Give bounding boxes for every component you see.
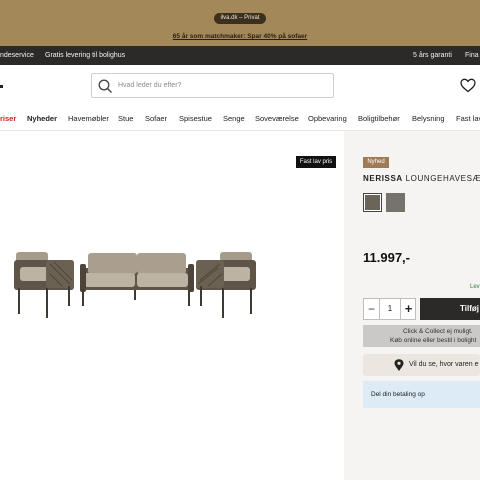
product-name-rest: LOUNGEHAVESÆT bbox=[405, 174, 480, 183]
quantity-decrease-button[interactable]: − bbox=[364, 299, 380, 319]
nav-item-sofaer[interactable]: Sofaer bbox=[145, 107, 167, 131]
nyhed-badge: Nyhed bbox=[363, 157, 389, 168]
promo-banner: ilva.dk – Privat 65 år som matchmaker: S… bbox=[0, 0, 480, 46]
quantity-value[interactable]: 1 bbox=[380, 299, 400, 319]
nav-item-sovevaerelse[interactable]: Soveværelse bbox=[255, 107, 299, 131]
product-title: NERISSA LOUNGEHAVESÆT bbox=[363, 174, 480, 183]
product-image[interactable] bbox=[10, 240, 260, 325]
nav-item-stue[interactable]: Stue bbox=[118, 107, 133, 131]
nav-item-senge[interactable]: Senge bbox=[223, 107, 245, 131]
nav-item-spisestue[interactable]: Spisestue bbox=[179, 107, 212, 131]
nav-item-opbevaring[interactable]: Opbevaring bbox=[308, 107, 347, 131]
promo-link[interactable]: 65 år som matchmaker: Spar 40% på sofaer bbox=[0, 33, 480, 40]
click-collect-line-2: Køb online eller bestil i bolight bbox=[390, 337, 477, 344]
color-swatch-1[interactable] bbox=[363, 193, 382, 212]
click-collect-notice: Click & Collect ej muligt. Køb online el… bbox=[363, 325, 480, 347]
color-swatch-1-fill bbox=[365, 195, 380, 210]
service-link-kundeservice[interactable]: ndeservice bbox=[0, 46, 34, 65]
search-input[interactable]: Hvad leder du efter? bbox=[91, 73, 334, 98]
color-swatch-2-fill bbox=[386, 193, 405, 212]
service-link-guarantee[interactable]: 5 års garanti bbox=[413, 46, 452, 65]
service-bar: ndeservice Gratis levering til bolighus … bbox=[0, 46, 480, 65]
armchair-left-image bbox=[14, 252, 74, 318]
heart-icon[interactable] bbox=[460, 78, 476, 93]
search-placeholder: Hvad leder du efter? bbox=[118, 82, 182, 89]
nav-item-boligtilbehor[interactable]: Boligtilbehør bbox=[358, 107, 400, 131]
site-switch-pill[interactable]: ilva.dk – Privat bbox=[214, 13, 266, 24]
nav-item-havemobler[interactable]: Havemøbler bbox=[68, 107, 109, 131]
nav-item-fast-lav[interactable]: Fast lav bbox=[456, 107, 480, 131]
product-name-bold: NERISSA bbox=[363, 174, 403, 183]
delivery-status: Lev bbox=[470, 284, 480, 290]
add-to-cart-button[interactable]: Tilføj bbox=[420, 298, 480, 320]
search-icon bbox=[98, 79, 112, 93]
nav-item-nyheder[interactable]: Nyheder bbox=[27, 107, 57, 131]
find-in-store-button[interactable]: Vil du se, hvor varen e bbox=[363, 354, 480, 376]
sofa-image bbox=[80, 253, 194, 306]
click-collect-line-1: Click & Collect ej muligt. bbox=[403, 328, 473, 335]
payment-split-banner[interactable]: Del din betaling op bbox=[363, 381, 480, 408]
location-pin-icon bbox=[394, 359, 404, 371]
category-nav: riser Nyheder Havemøbler Stue Sofaer Spi… bbox=[0, 107, 480, 131]
color-swatch-2[interactable] bbox=[386, 193, 405, 212]
armchair-right-image bbox=[196, 252, 256, 318]
quantity-stepper: − 1 + bbox=[363, 298, 416, 320]
product-price: 11.997,- bbox=[363, 250, 410, 265]
quantity-increase-button[interactable]: + bbox=[400, 299, 416, 319]
service-link-financing[interactable]: Fina bbox=[465, 46, 479, 65]
find-in-store-label: Vil du se, hvor varen e bbox=[409, 361, 479, 368]
nav-item-belysning[interactable]: Belysning bbox=[412, 107, 445, 131]
logo[interactable] bbox=[0, 85, 3, 88]
service-link-free-delivery[interactable]: Gratis levering til bolighus bbox=[45, 46, 125, 65]
nav-item-sale[interactable]: riser bbox=[0, 107, 16, 131]
fast-lav-pris-badge: Fast lav pris bbox=[296, 156, 336, 168]
